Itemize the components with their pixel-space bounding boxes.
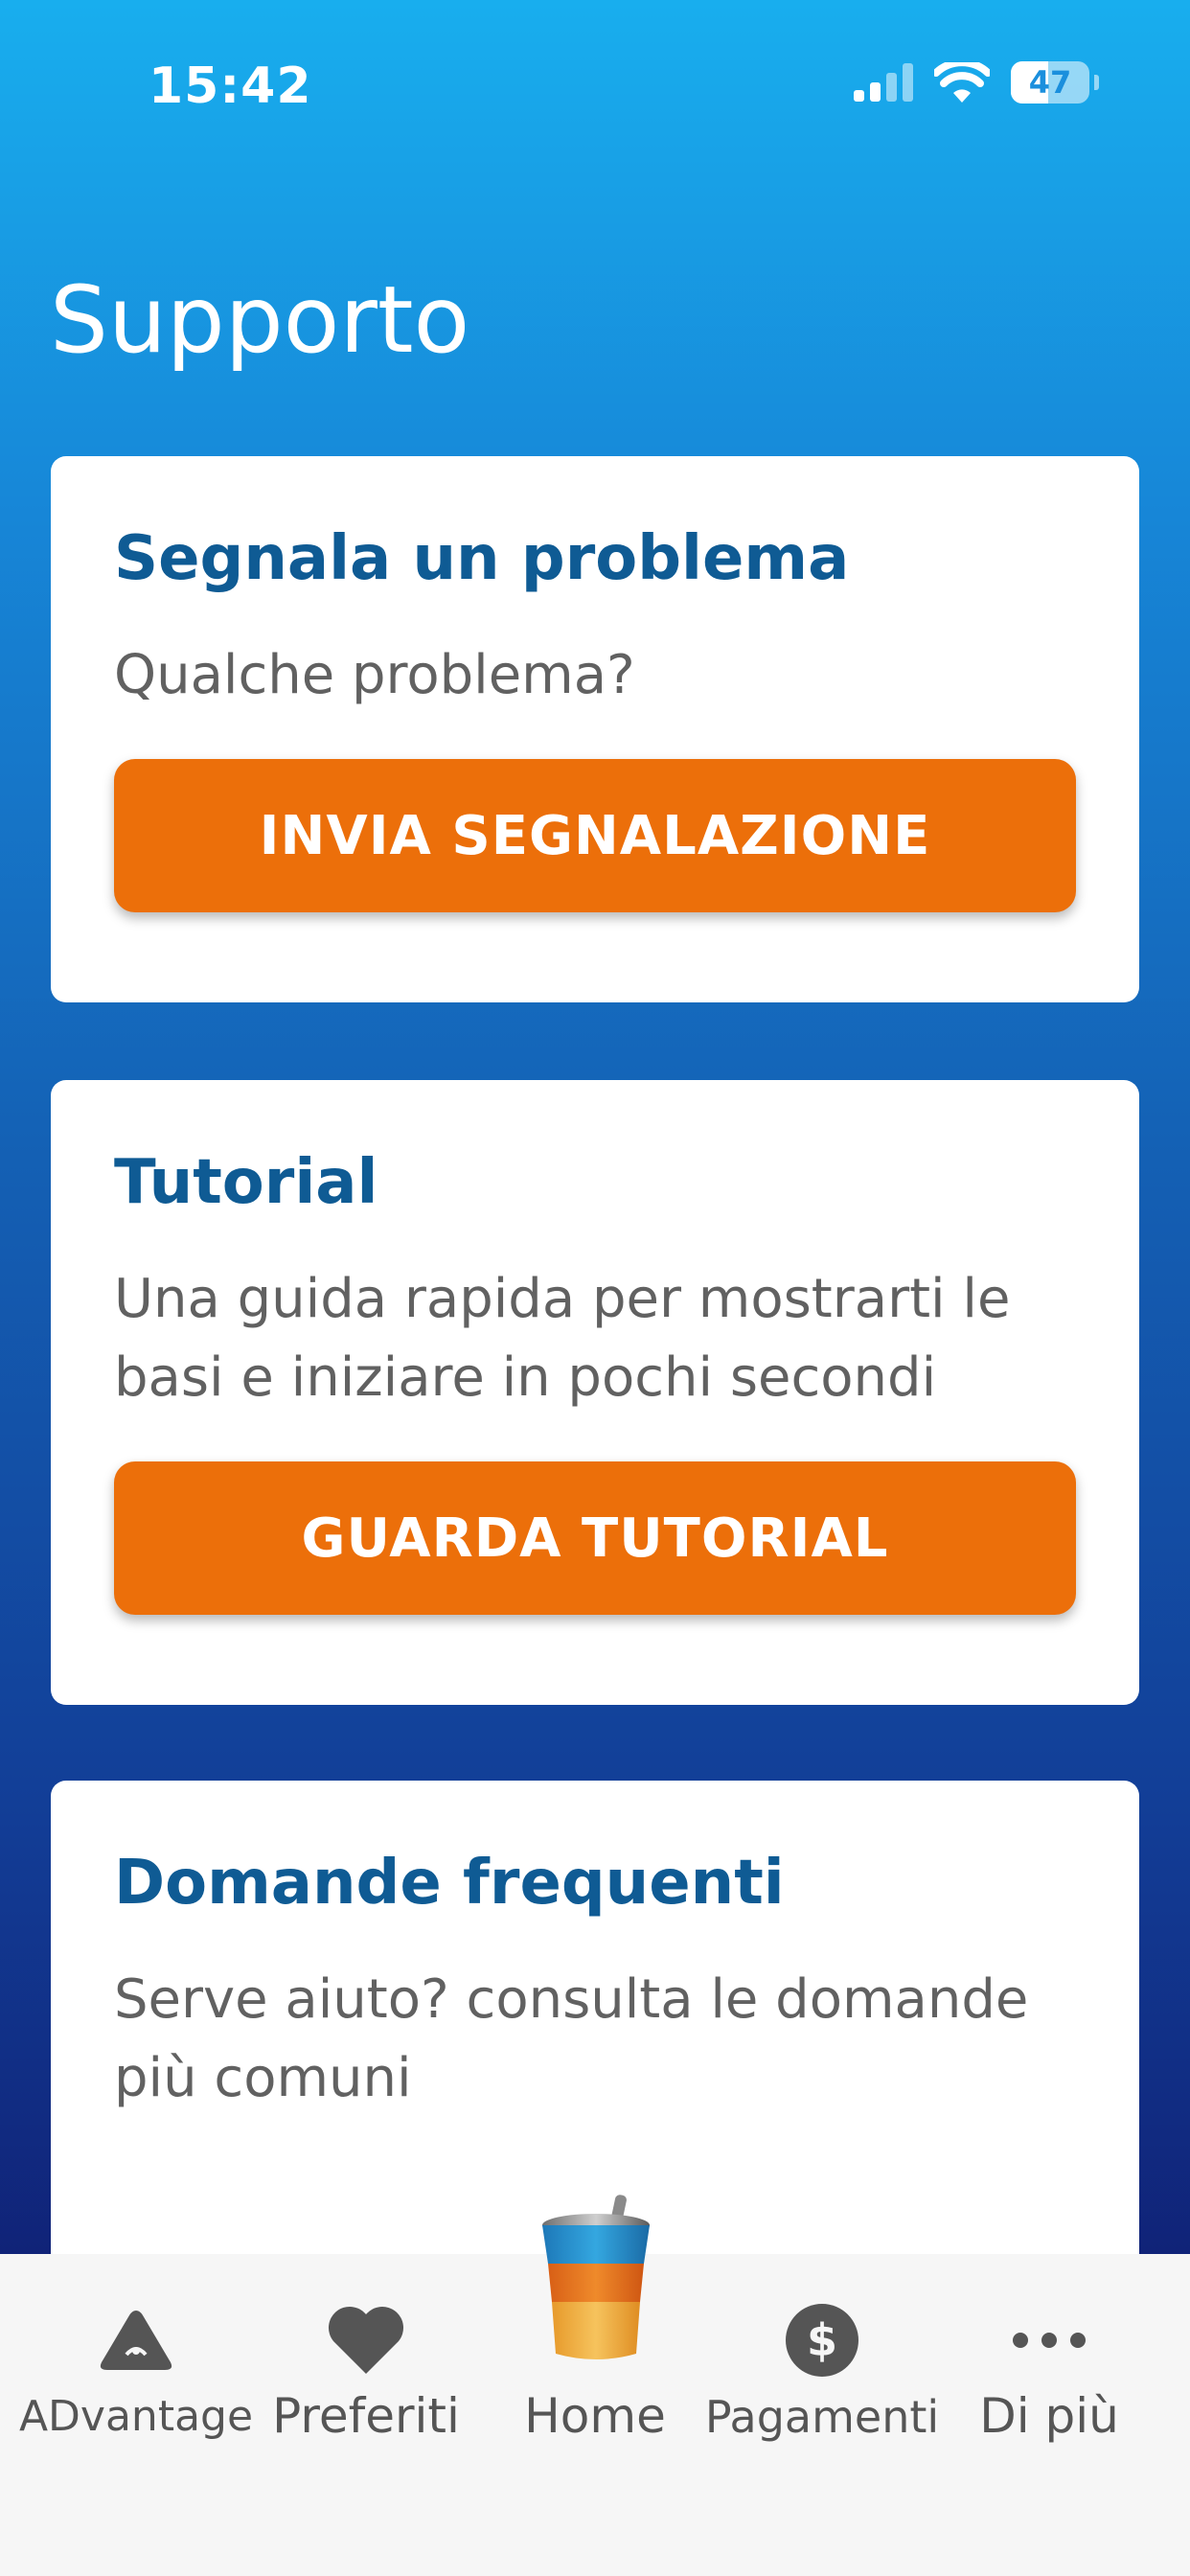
nav-label: Home — [524, 2388, 666, 2444]
svg-text:$: $ — [807, 2314, 837, 2366]
send-report-button[interactable]: INVIA SEGNALAZIONE — [114, 759, 1076, 913]
battery-level: 47 — [1028, 64, 1072, 101]
card-description: Una guida rapida per mostrarti le basi e… — [114, 1268, 1011, 1410]
cup-icon[interactable] — [537, 2195, 655, 2367]
card-description: Qualche problema? — [114, 644, 635, 707]
card-title: Segnala un problema — [114, 523, 850, 594]
more-dots-icon — [1001, 2292, 1097, 2388]
nav-item-pagamenti[interactable]: $ Pagamenti — [704, 2254, 940, 2494]
card-tutorial: Tutorial Una guida rapida per mostrarti … — [51, 1080, 1139, 1705]
nav-label: Di più — [979, 2388, 1119, 2444]
nav-item-di-piu[interactable]: Di più — [934, 2254, 1164, 2494]
card-report-problem: Segnala un problema Qualche problema? IN… — [51, 456, 1139, 1002]
signal-icon — [854, 63, 913, 102]
status-bar: 15:42 47 — [0, 0, 1190, 172]
status-time: 15:42 — [149, 58, 312, 115]
nav-label: Pagamenti — [704, 2391, 940, 2443]
wifi-icon — [934, 62, 990, 103]
card-title: Domande frequenti — [114, 1848, 785, 1919]
watch-tutorial-button[interactable]: GUARDA TUTORIAL — [114, 1461, 1076, 1616]
dollar-icon: $ — [774, 2292, 870, 2388]
nav-item-preferiti[interactable]: Preferiti — [251, 2254, 481, 2494]
page-title: Supporto — [50, 266, 470, 374]
nav-item-advantage[interactable]: ADvantage — [18, 2254, 254, 2494]
heart-icon — [318, 2292, 414, 2388]
advantage-logo-icon — [88, 2292, 184, 2388]
card-title: Tutorial — [114, 1147, 378, 1218]
status-icons: 47 — [854, 61, 1099, 104]
nav-label: Preferiti — [272, 2388, 460, 2444]
card-description: Serve aiuto? consulta le domande più com… — [114, 1968, 1029, 2110]
battery-icon: 47 — [1011, 61, 1099, 104]
nav-label: ADvantage — [18, 2392, 254, 2441]
